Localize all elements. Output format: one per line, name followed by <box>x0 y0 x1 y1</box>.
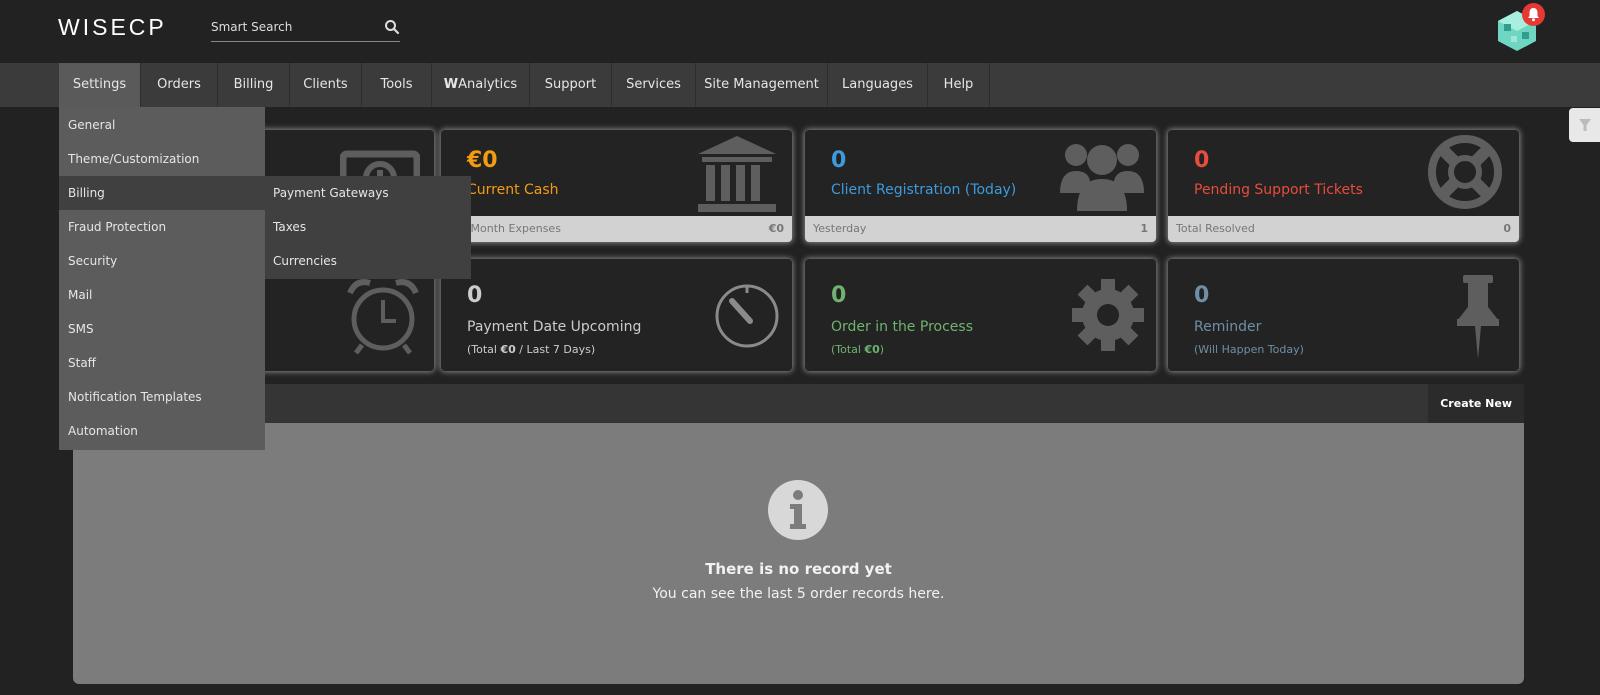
submenu-payment-gateways[interactable]: Payment Gateways <box>265 176 471 210</box>
logo[interactable]: WISECP <box>58 14 167 41</box>
empty-state-title: There is no record yet <box>705 560 892 578</box>
nav-support[interactable]: Support <box>530 63 612 107</box>
nav-settings[interactable]: Settings <box>59 63 141 107</box>
card-order-process[interactable]: 0 Order in the Process (Total €0) <box>805 259 1156 371</box>
reminder-value: 0 <box>1194 283 1210 308</box>
nav-help[interactable]: Help <box>928 63 990 107</box>
records-panel-body: There is no record yet You can see the l… <box>73 423 1524 684</box>
nav-orders[interactable]: Orders <box>141 63 218 107</box>
main-nav: Settings Orders Billing Clients Tools WA… <box>0 63 1600 107</box>
settings-staff[interactable]: Staff <box>59 346 265 380</box>
info-icon <box>768 480 828 540</box>
top-bar: WISECP <box>0 0 1600 63</box>
clients-value: 0 <box>831 148 847 173</box>
orders-sub-amount: €0 <box>864 343 880 356</box>
search-input[interactable] <box>211 14 376 40</box>
settings-automation[interactable]: Automation <box>59 414 265 448</box>
settings-security[interactable]: Security <box>59 244 265 278</box>
card-client-registration[interactable]: 0 Client Registration (Today) Yesterday … <box>805 130 1156 242</box>
settings-mail[interactable]: Mail <box>59 278 265 312</box>
cash-footer: ent Month Expenses €0 <box>441 216 792 242</box>
settings-notification-templates[interactable]: Notification Templates <box>59 380 265 414</box>
settings-general[interactable]: General <box>59 108 265 142</box>
orders-sub-suffix: ) <box>879 343 885 356</box>
tickets-value: 0 <box>1194 148 1210 173</box>
nav-tools[interactable]: Tools <box>362 63 432 107</box>
records-panel-header: Create New <box>73 384 1524 423</box>
clients-label: Client Registration (Today) <box>831 182 1017 198</box>
tickets-footer: Total Resolved 0 <box>1168 216 1519 242</box>
clients-foot-value: 1 <box>1140 222 1148 235</box>
smart-search <box>211 14 400 42</box>
submenu-currencies[interactable]: Currencies <box>265 244 471 278</box>
create-new-button[interactable]: Create New <box>1428 384 1524 423</box>
card-payment-upcoming[interactable]: 0 Payment Date Upcoming (Total €0 / Last… <box>441 259 792 371</box>
billing-submenu: Payment Gateways Taxes Currencies <box>265 176 471 279</box>
nav-services[interactable]: Services <box>612 63 696 107</box>
orders-sub: (Total €0) <box>831 343 884 356</box>
orders-sub-prefix: (Total <box>831 343 865 356</box>
orders-value: 0 <box>831 283 847 308</box>
payment-sub-amount: €0 <box>500 343 516 356</box>
nav-languages[interactable]: Languages <box>828 63 928 107</box>
empty-state-text: You can see the last 5 order records her… <box>652 586 945 602</box>
tickets-foot-label: Total Resolved <box>1176 222 1255 235</box>
tickets-label: Pending Support Tickets <box>1194 182 1363 198</box>
card-current-cash[interactable]: €0 Current Cash ent Month Expenses €0 <box>441 130 792 242</box>
payment-label: Payment Date Upcoming <box>467 319 642 335</box>
cash-label: Current Cash <box>467 182 559 198</box>
search-icon[interactable] <box>384 19 400 35</box>
payment-sub-suffix: / Last 7 Days) <box>515 343 596 356</box>
settings-billing[interactable]: Billing <box>59 176 265 210</box>
clients-foot-label: Yesterday <box>813 222 867 235</box>
filter-icon <box>1579 119 1591 131</box>
filter-button[interactable] <box>1569 108 1600 142</box>
card-reminder[interactable]: 0 Reminder (Will Happen Today) <box>1168 259 1519 371</box>
cash-value: €0 <box>467 148 498 173</box>
pushpin-icon <box>1457 275 1499 359</box>
timer-icon <box>715 284 779 348</box>
payment-sub: (Total €0 / Last 7 Days) <box>467 343 595 356</box>
nav-analytics[interactable]: WAnalytics <box>432 63 530 107</box>
settings-sms[interactable]: SMS <box>59 312 265 346</box>
users-icon <box>1060 144 1144 211</box>
analytics-label: Analytics <box>458 77 518 92</box>
notification-bell-icon[interactable] <box>1522 3 1545 26</box>
clients-footer: Yesterday 1 <box>805 216 1156 242</box>
nav-billing[interactable]: Billing <box>218 63 290 107</box>
submenu-taxes[interactable]: Taxes <box>265 210 471 244</box>
reminder-label: Reminder <box>1194 319 1262 335</box>
bank-icon <box>698 136 776 212</box>
payment-sub-prefix: (Total <box>467 343 501 356</box>
nav-site-management[interactable]: Site Management <box>696 63 828 107</box>
settings-theme[interactable]: Theme/Customization <box>59 142 265 176</box>
gear-icon <box>1072 279 1144 351</box>
tickets-foot-value: 0 <box>1503 222 1511 235</box>
alarm-clock-icon <box>347 279 419 355</box>
settings-fraud-protection[interactable]: Fraud Protection <box>59 210 265 244</box>
orders-label: Order in the Process <box>831 319 973 335</box>
lifebuoy-icon <box>1428 135 1502 209</box>
analytics-prefix: W <box>443 77 459 92</box>
card-pending-tickets[interactable]: 0 Pending Support Tickets Total Resolved… <box>1168 130 1519 242</box>
payment-value: 0 <box>467 283 483 308</box>
settings-dropdown: General Theme/Customization Billing Frau… <box>59 107 265 450</box>
cash-foot-value: €0 <box>768 222 784 235</box>
nav-clients[interactable]: Clients <box>290 63 362 107</box>
reminder-sub: (Will Happen Today) <box>1194 343 1304 356</box>
